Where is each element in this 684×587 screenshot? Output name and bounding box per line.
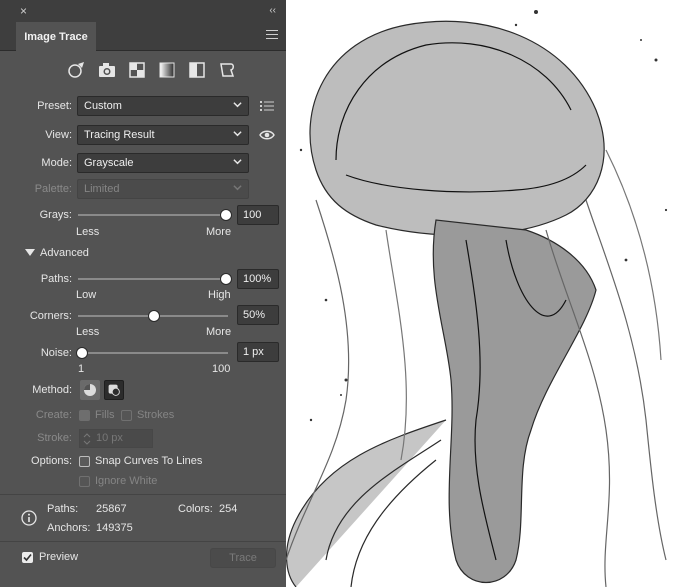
disclosure-triangle-icon[interactable] [25, 249, 35, 257]
corners-max-label: More [206, 326, 232, 338]
corners-label: Corners: [29, 310, 72, 322]
auto-color-icon[interactable] [67, 60, 87, 80]
stats-colors-label: Colors: [178, 503, 213, 515]
stats-divider [0, 494, 286, 495]
manage-presets-icon[interactable] [260, 99, 274, 113]
snap-curves-checkbox[interactable] [79, 456, 90, 467]
method-abutting-icon[interactable] [80, 380, 100, 400]
noise-slider-track[interactable] [78, 352, 228, 354]
paths-value-field[interactable]: 100% [237, 269, 279, 289]
method-label: Method: [32, 384, 72, 396]
paths-min-label: Low [76, 289, 97, 301]
grays-value-field[interactable]: 100 [237, 205, 279, 225]
stats-anchors-value: 149375 [96, 522, 133, 534]
preview-label: Preview [39, 551, 79, 563]
view-dropdown[interactable]: Tracing Result [77, 125, 249, 145]
paths-slider-track[interactable] [78, 278, 228, 280]
palette-value: Limited [84, 183, 120, 195]
noise-max-label: 100 [212, 363, 231, 375]
mode-label: Mode: [41, 157, 72, 169]
image-trace-panel: × ‹‹ Image Trace Preset: Custom View: Tr… [0, 0, 286, 587]
footer-divider [0, 541, 286, 542]
paths-max-label: High [208, 289, 231, 301]
strokes-label: Strokes [137, 409, 175, 421]
trace-button[interactable]: Trace [210, 548, 276, 568]
snap-curves-label: Snap Curves To Lines [95, 455, 203, 467]
grays-slider-track[interactable] [78, 214, 228, 216]
method-overlapping-icon[interactable] [104, 380, 124, 400]
stats-paths-label: Paths: [47, 503, 79, 515]
stroke-stepper[interactable]: 10 px [79, 429, 153, 448]
collapse-panel-icon[interactable]: ‹‹ [269, 5, 276, 17]
noise-value-field[interactable]: 1 px [237, 342, 279, 362]
grayscale-icon[interactable] [157, 60, 177, 80]
ignore-white-checkbox[interactable] [79, 476, 90, 487]
chevron-down-icon [233, 185, 242, 191]
preview-checkbox[interactable] [22, 552, 33, 563]
grays-min-label: Less [76, 226, 100, 238]
chevron-down-icon [233, 159, 242, 165]
stats-anchors-label: Anchors: [47, 522, 91, 534]
stats-paths-value: 25867 [96, 503, 127, 515]
strokes-checkbox[interactable] [121, 410, 132, 421]
high-color-icon[interactable] [97, 60, 117, 80]
eye-icon[interactable] [259, 129, 275, 141]
stroke-label: Stroke: [37, 432, 72, 444]
grays-label: Grays: [39, 209, 72, 221]
paths-label: Paths: [40, 273, 72, 285]
stats-colors-value: 254 [219, 503, 238, 515]
mode-value: Grayscale [84, 157, 134, 169]
preset-value: Custom [84, 100, 122, 112]
checkmark-icon [23, 553, 32, 562]
corners-value-field[interactable]: 50% [237, 305, 279, 325]
stepper-arrows-icon[interactable] [83, 432, 91, 446]
chevron-down-icon [233, 131, 242, 137]
panel-tabbar: Image Trace [0, 22, 286, 51]
palette-label: Palette: [34, 183, 72, 195]
grays-max-label: More [206, 226, 232, 238]
mode-dropdown[interactable]: Grayscale [77, 153, 249, 173]
outline-icon[interactable] [217, 60, 237, 80]
view-value: Tracing Result [84, 129, 155, 141]
corners-min-label: Less [76, 326, 100, 338]
noise-label: Noise: [40, 347, 72, 359]
black-white-icon[interactable] [187, 60, 207, 80]
close-icon[interactable]: × [20, 5, 27, 17]
preset-label: Preset: [37, 100, 72, 112]
options-label: Options: [31, 455, 72, 467]
panel-menu-icon[interactable] [266, 30, 278, 42]
noise-min-label: 1 [78, 363, 85, 375]
advanced-toggle[interactable]: Advanced [40, 247, 89, 259]
ignore-white-label: Ignore White [95, 475, 158, 487]
grays-slider-knob[interactable] [220, 209, 232, 221]
create-label: Create: [35, 409, 72, 421]
stroke-value: 10 px [96, 432, 123, 444]
info-icon [21, 510, 37, 526]
paths-slider-knob[interactable] [220, 273, 232, 285]
panel-titlebar: × ‹‹ [0, 0, 286, 22]
noise-slider-knob[interactable] [76, 347, 88, 359]
preset-dropdown[interactable]: Custom [77, 96, 249, 116]
chevron-down-icon [233, 102, 242, 108]
view-label: View: [45, 129, 72, 141]
tab-image-trace[interactable]: Image Trace [16, 22, 96, 51]
corners-slider-knob[interactable] [148, 310, 160, 322]
fills-label: Fills [95, 409, 115, 421]
palette-dropdown[interactable]: Limited [77, 179, 249, 199]
fills-checkbox[interactable] [79, 410, 90, 421]
low-color-icon[interactable] [127, 60, 147, 80]
